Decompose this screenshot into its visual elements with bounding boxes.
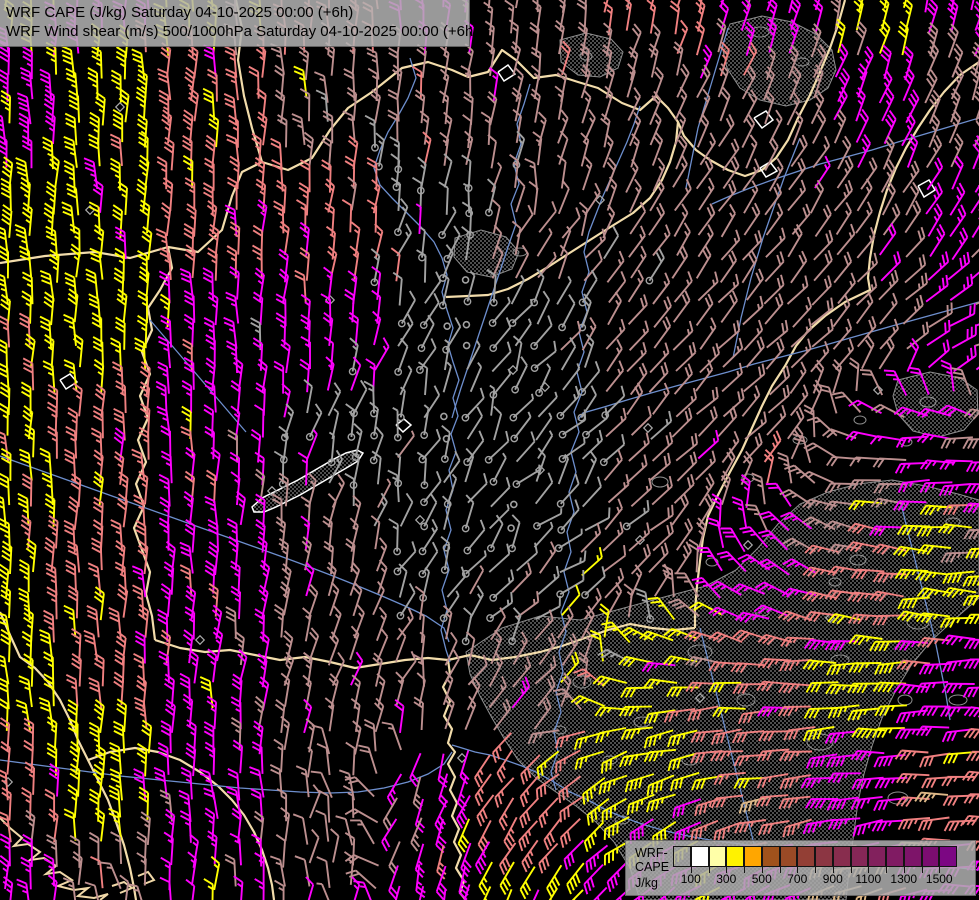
legend-tick-label: 900 [822,872,843,886]
legend-label-unit: J/kg [635,876,658,890]
legend-label-wrf: WRF- [635,846,668,860]
legend-box [939,846,957,867]
legend-box [815,846,833,867]
legend-box [761,846,780,867]
legend-tick-label: 500 [751,872,772,886]
legend-box [726,846,744,867]
legend-tick-label: 1500 [925,872,953,886]
legend-box [673,846,691,867]
legend-box [868,846,886,867]
legend-box [886,846,904,867]
legend-tick-label: 300 [716,872,737,886]
title-line-cape: WRF CAPE (J/kg) Saturday 04-10-2025 00:0… [6,4,354,21]
legend-box [690,846,709,867]
title-line-shear: WRF Wind shear (m/s) 500/1000hPa Saturda… [6,23,479,40]
legend-box [744,846,762,867]
legend-box [779,846,798,867]
legend-box [903,846,922,867]
title-bar: WRF CAPE (J/kg) Saturday 04-10-2025 00:0… [0,0,479,47]
legend-box [708,846,727,867]
map-canvas [0,0,979,900]
legend-tick-label: 1100 [855,872,882,886]
legend-box [921,846,940,867]
legend-box [797,846,815,867]
weather-map: WRF CAPE (J/kg) Saturday 04-10-2025 00:0… [0,0,979,900]
legend-box [832,846,851,867]
legend-box [850,846,869,867]
legend-label-cape: CAPE [635,860,670,874]
legend-tick-label: 700 [787,872,808,886]
legend-tick-label: 100 [680,872,701,886]
legend-tick-label: 1300 [890,872,918,886]
cape-legend: WRF- CAPE J/kg 100 300 500 700 900 1100 1300 15… [625,840,976,896]
